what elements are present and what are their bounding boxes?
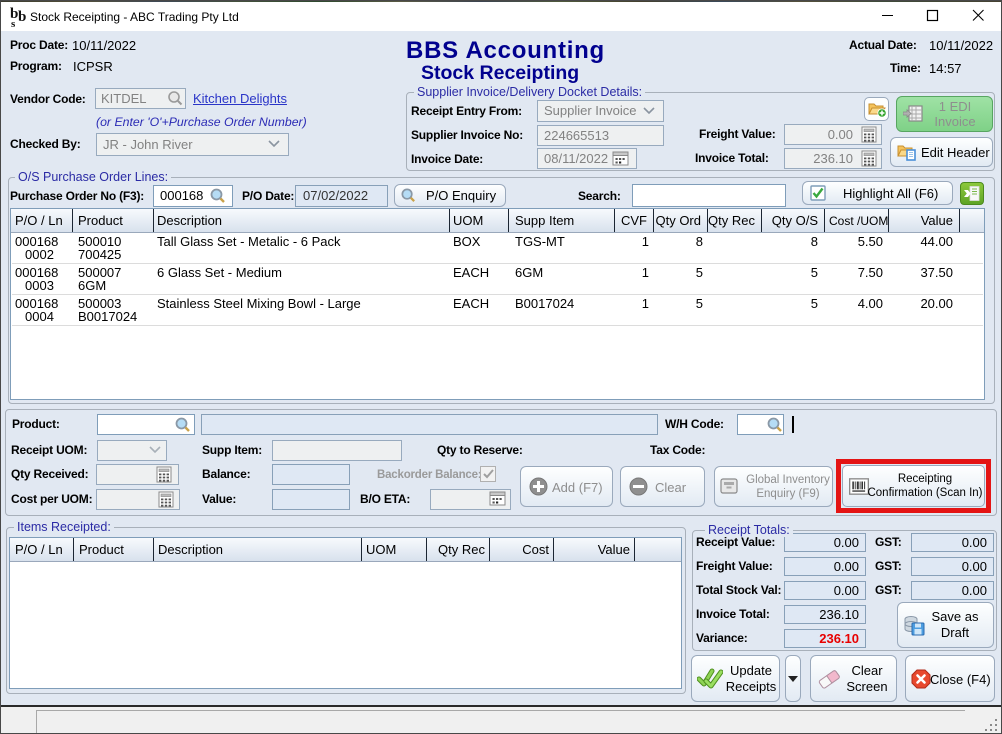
svg-text:s: s	[11, 18, 16, 28]
svg-text:b: b	[18, 9, 26, 25]
